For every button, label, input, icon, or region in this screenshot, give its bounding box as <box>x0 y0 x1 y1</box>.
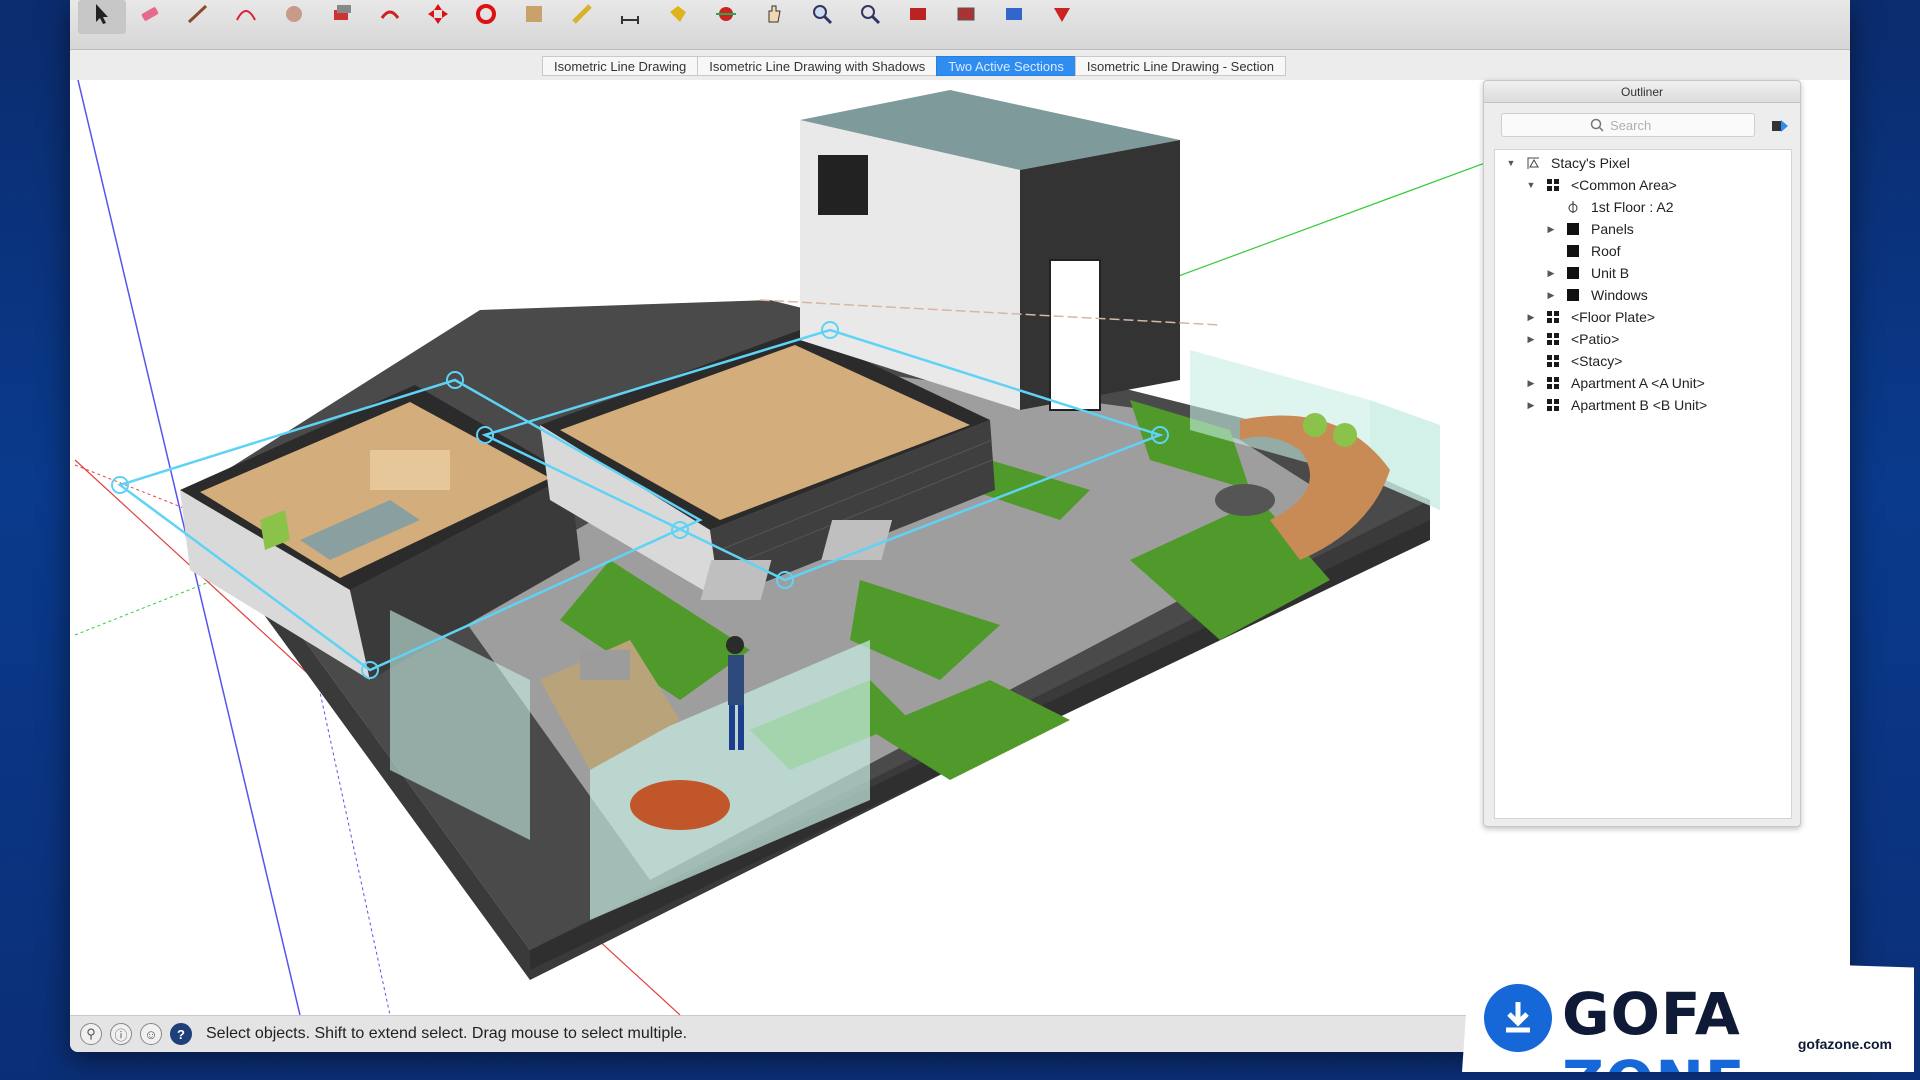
geo-location-icon[interactable]: ⚲ <box>80 1023 102 1045</box>
select-tool[interactable] <box>78 0 126 34</box>
tree-item-label: <Common Area> <box>1571 177 1677 193</box>
expand-toggle-icon[interactable]: ▼ <box>1525 174 1537 196</box>
layout-tool[interactable] <box>1038 0 1086 34</box>
component-icon <box>1547 377 1559 389</box>
tree-item-model[interactable]: ▼ Stacy's Pixel <box>1505 152 1630 174</box>
component-icon <box>1547 355 1559 367</box>
scale-tool[interactable] <box>510 0 558 34</box>
push-pull-tool[interactable] <box>318 0 366 34</box>
move-tool[interactable] <box>414 0 462 34</box>
tree-item-patio[interactable]: ▶ <Patio> <box>1525 328 1620 350</box>
tree-item-label: Stacy's Pixel <box>1551 155 1630 171</box>
expand-toggle-icon[interactable]: ▶ <box>1525 394 1537 416</box>
outliner-search-input[interactable] <box>1501 113 1755 137</box>
expand-toggle-icon[interactable]: ▶ <box>1525 328 1537 350</box>
pan-tool[interactable] <box>750 0 798 34</box>
tree-item-1st-floor[interactable]: 1st Floor : A2 <box>1545 196 1673 218</box>
credits-icon[interactable]: ⓘ <box>110 1023 132 1045</box>
outliner-panel: Outliner ▼ Stacy's Pixel ▼ <Common Area>… <box>1483 80 1801 827</box>
outliner-search-row <box>1484 103 1800 145</box>
outliner-tree: ▼ Stacy's Pixel ▼ <Common Area> 1st Floo… <box>1494 149 1792 819</box>
dimension-tool[interactable] <box>606 0 654 34</box>
watermark-badge: GOFA ZONE gofazone.com <box>1462 962 1914 1072</box>
component-icon <box>1547 311 1559 323</box>
tree-item-label: 1st Floor : A2 <box>1591 199 1674 215</box>
watermark-brand: GOFA ZONE <box>1562 980 1914 1072</box>
zoom-extents-tool[interactable] <box>846 0 894 34</box>
round-table <box>630 780 730 830</box>
help-icon[interactable]: ? <box>170 1023 192 1045</box>
offset-tool[interactable] <box>366 0 414 34</box>
group-icon <box>1567 223 1579 235</box>
tree-item-unit-b[interactable]: ▶ Unit B <box>1545 262 1630 284</box>
tree-item-label: <Patio> <box>1571 331 1620 347</box>
tree-item-label: Roof <box>1591 243 1621 259</box>
tree-item-panels[interactable]: ▶ Panels <box>1545 218 1634 240</box>
tree-item-windows[interactable]: ▶ Windows <box>1545 284 1648 306</box>
model-icon <box>1527 157 1539 169</box>
watermark-url: gofazone.com <box>1797 1036 1892 1052</box>
component-icon <box>1547 333 1559 345</box>
outliner-details-icon[interactable] <box>1770 116 1790 136</box>
expand-toggle-icon[interactable]: ▶ <box>1545 284 1557 306</box>
orbit-tool[interactable] <box>702 0 750 34</box>
tree-item-label: Apartment B <B Unit> <box>1571 397 1708 413</box>
expand-toggle-icon[interactable]: ▶ <box>1525 372 1537 394</box>
tree-item-label: Unit B <box>1591 265 1630 281</box>
watermark-brand-primary: GOFA <box>1562 980 1741 1048</box>
warehouse-tool[interactable] <box>894 0 942 34</box>
status-message: Select objects. Shift to extend select. … <box>206 1025 688 1042</box>
scene-tab-isometric-section[interactable]: Isometric Line Drawing - Section <box>1074 56 1287 76</box>
group-icon <box>1567 289 1579 301</box>
scene-tab-isometric-line-drawing[interactable]: Isometric Line Drawing <box>542 56 699 76</box>
scene-tab-two-active-sections[interactable]: Two Active Sections <box>936 56 1076 76</box>
tree-item-roof[interactable]: Roof <box>1545 240 1621 262</box>
tree-item-floor-plate[interactable]: ▶ <Floor Plate> <box>1525 306 1656 328</box>
extension-warehouse-tool[interactable] <box>942 0 990 34</box>
section-plane-icon <box>1568 201 1578 213</box>
tree-item-label: Apartment A <A Unit> <box>1571 375 1705 391</box>
expand-toggle-icon[interactable]: ▼ <box>1505 152 1517 174</box>
group-icon <box>1567 245 1579 257</box>
tree-item-apartment-b[interactable]: ▶ Apartment B <B Unit> <box>1525 394 1708 416</box>
paint-bucket-tool[interactable] <box>654 0 702 34</box>
watermark-brand-secondary: ZONE <box>1562 1048 1746 1072</box>
component-icon <box>1547 179 1559 191</box>
line-tool[interactable] <box>174 0 222 34</box>
rotate-tool[interactable] <box>462 0 510 34</box>
sketchup-window: Isometric Line Drawing Isometric Line Dr… <box>70 0 1850 1052</box>
lounge-chair <box>700 560 772 600</box>
tree-item-stacy[interactable]: <Stacy> <box>1525 350 1622 372</box>
tree-item-label: Windows <box>1591 287 1648 303</box>
scene-tabs: Isometric Line Drawing Isometric Line Dr… <box>542 56 1287 76</box>
component-icon <box>1547 399 1559 411</box>
shape-tool[interactable] <box>270 0 318 34</box>
tape-measure-tool[interactable] <box>558 0 606 34</box>
lounge-chair <box>821 520 893 560</box>
expand-toggle-icon[interactable]: ▶ <box>1545 218 1557 240</box>
share-model-tool[interactable] <box>990 0 1038 34</box>
group-icon <box>1567 267 1579 279</box>
person-figure <box>726 636 744 654</box>
zoom-tool[interactable] <box>798 0 846 34</box>
expand-toggle-icon[interactable]: ▶ <box>1525 306 1537 328</box>
download-icon <box>1484 984 1552 1052</box>
expand-toggle-icon[interactable]: ▶ <box>1545 262 1557 284</box>
search-icon <box>1590 118 1604 132</box>
tree-item-apartment-a[interactable]: ▶ Apartment A <A Unit> <box>1525 372 1705 394</box>
tree-item-common-area[interactable]: ▼ <Common Area> <box>1525 174 1677 196</box>
main-toolbar <box>70 0 1850 50</box>
tree-item-label: Panels <box>1591 221 1634 237</box>
fire-pit <box>1215 484 1275 516</box>
user-account-icon[interactable]: ☺ <box>140 1023 162 1045</box>
scene-tab-isometric-shadows[interactable]: Isometric Line Drawing with Shadows <box>697 56 938 76</box>
eraser-tool[interactable] <box>126 0 174 34</box>
outliner-title: Outliner <box>1484 81 1800 103</box>
tree-item-label: <Stacy> <box>1571 353 1623 369</box>
tree-item-label: <Floor Plate> <box>1571 309 1656 325</box>
arc-tool[interactable] <box>222 0 270 34</box>
